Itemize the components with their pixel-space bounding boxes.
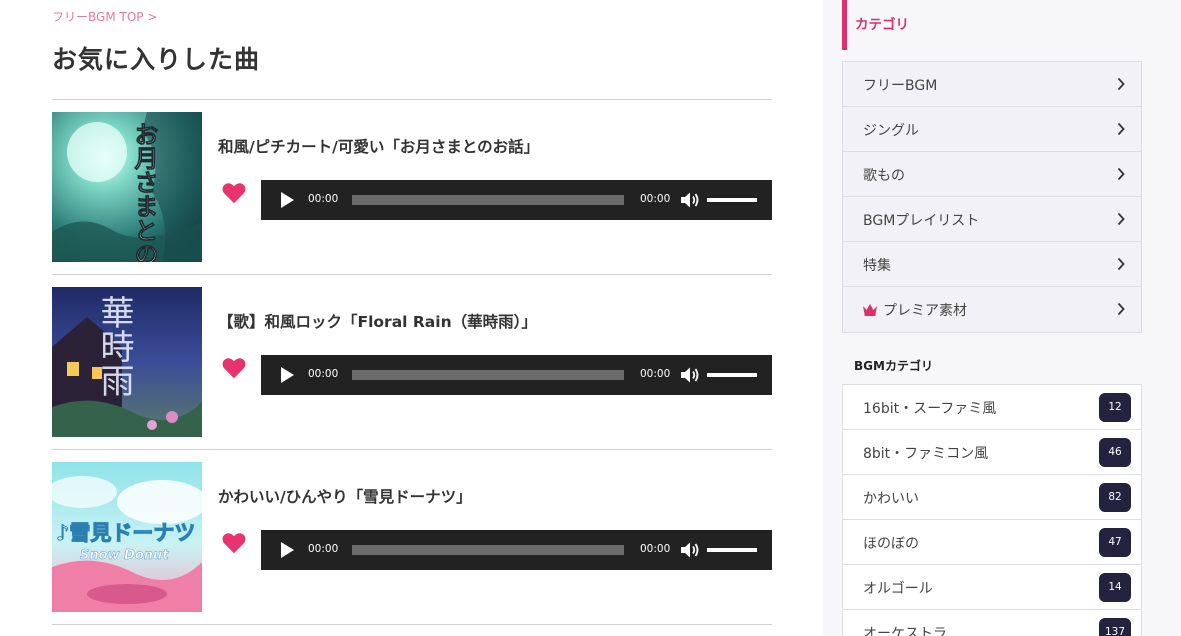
menu-item-jingle[interactable]: ジングル xyxy=(843,107,1141,152)
menu-item-vocal[interactable]: 歌もの xyxy=(843,152,1141,197)
menu-item-label: BGMプレイリスト xyxy=(863,213,980,229)
volume-icon[interactable] xyxy=(680,366,700,384)
duration: 00:00 xyxy=(640,193,671,205)
menu-item-label: プレミア素材 xyxy=(883,303,967,319)
category-label: 16bit・スーファミ風 xyxy=(863,401,997,417)
play-icon[interactable] xyxy=(279,541,295,559)
menu-item-playlist[interactable]: BGMプレイリスト xyxy=(843,197,1141,242)
sidebar: カテゴリ フリーBGM ジングル 歌もの BGMプレイリスト 特集 プレミア素材… xyxy=(823,0,1181,636)
main-content: フリーBGM TOP > お気に入りした曲 お月さまとのお話 和風/ピチカート/… xyxy=(0,0,823,636)
category-count-badge: 46 xyxy=(1099,438,1131,467)
volume-icon[interactable] xyxy=(680,191,700,209)
category-count-badge: 137 xyxy=(1098,618,1131,636)
category-item-honobono[interactable]: ほのぼの 47 xyxy=(843,520,1141,565)
track-item: 華時雨 【歌】和風ロック「Floral Rain（華時雨）」 00:00 00:… xyxy=(52,287,772,437)
crown-icon xyxy=(863,304,877,316)
track-title[interactable]: かわいい/ひんやり「雪見ドーナツ」 xyxy=(218,485,472,507)
thumbnail-caption: 華時雨 xyxy=(94,295,134,397)
category-item-8bit[interactable]: 8bit・ファミコン風 46 xyxy=(843,430,1141,475)
audio-player: 00:00 00:00 xyxy=(261,355,772,395)
duration: 00:00 xyxy=(640,543,671,555)
category-count-badge: 82 xyxy=(1099,483,1131,512)
thumbnail-subcaption: Snow Donut xyxy=(80,548,169,563)
category-label: オルゴール xyxy=(863,581,933,597)
snow-donut-artwork: ♪雪見ドーナツ Snow Donut xyxy=(52,462,202,612)
menu-item-premium[interactable]: プレミア素材 xyxy=(843,287,1141,332)
track-thumbnail[interactable]: ♪雪見ドーナツ Snow Donut xyxy=(52,462,202,612)
track-title[interactable]: 和風/ピチカート/可愛い「お月さまとのお話」 xyxy=(218,135,539,157)
moon-night-artwork: お月さまとのお話 xyxy=(52,112,202,262)
chevron-right-icon xyxy=(1117,122,1125,136)
bgm-category-list: 16bit・スーファミ風 12 8bit・ファミコン風 46 かわいい 82 ほ… xyxy=(842,384,1142,636)
category-item-music-box[interactable]: オルゴール 14 xyxy=(843,565,1141,610)
favorite-heart-icon[interactable] xyxy=(221,355,247,381)
track-item: お月さまとのお話 和風/ピチカート/可愛い「お月さまとのお話」 00:00 00… xyxy=(52,112,772,262)
category-header-label: カテゴリ xyxy=(855,17,909,33)
category-item-16bit[interactable]: 16bit・スーファミ風 12 xyxy=(843,385,1141,430)
chevron-right-icon xyxy=(1117,212,1125,226)
category-label: かわいい xyxy=(863,491,919,507)
menu-item-label: 歌もの xyxy=(863,168,905,184)
track-thumbnail[interactable]: お月さまとのお話 xyxy=(52,112,202,262)
breadcrumb[interactable]: フリーBGM TOP > xyxy=(52,8,157,25)
volume-slider[interactable] xyxy=(707,198,757,202)
divider xyxy=(52,449,772,450)
category-header: カテゴリ xyxy=(842,0,1142,50)
category-label: ほのぼの xyxy=(863,536,919,552)
bgm-category-title: BGMカテゴリ xyxy=(854,359,933,373)
category-label: オーケストラ xyxy=(863,626,947,636)
chevron-right-icon xyxy=(1117,257,1125,271)
rain-house-artwork: 華時雨 xyxy=(52,287,202,437)
favorite-heart-icon[interactable] xyxy=(221,180,247,206)
play-icon[interactable] xyxy=(279,191,295,209)
current-time: 00:00 xyxy=(308,543,339,555)
category-count-badge: 14 xyxy=(1099,573,1131,602)
divider xyxy=(52,274,772,275)
seek-bar[interactable] xyxy=(352,195,624,205)
divider xyxy=(52,99,772,100)
category-count-badge: 12 xyxy=(1099,393,1131,422)
menu-item-label: ジングル xyxy=(863,123,919,139)
menu-item-free-bgm[interactable]: フリーBGM xyxy=(843,62,1141,107)
category-item-kawaii[interactable]: かわいい 82 xyxy=(843,475,1141,520)
divider xyxy=(52,624,772,625)
volume-icon[interactable] xyxy=(680,541,700,559)
category-menu: フリーBGM ジングル 歌もの BGMプレイリスト 特集 プレミア素材 xyxy=(842,61,1142,333)
duration: 00:00 xyxy=(640,368,671,380)
thumbnail-caption: お月さまとのお話 xyxy=(130,122,159,262)
audio-player: 00:00 00:00 xyxy=(261,180,772,220)
track-thumbnail[interactable]: 華時雨 xyxy=(52,287,202,437)
page-title: お気に入りした曲 xyxy=(52,45,261,74)
volume-slider[interactable] xyxy=(707,373,757,377)
seek-bar[interactable] xyxy=(352,545,624,555)
current-time: 00:00 xyxy=(308,193,339,205)
menu-item-label: フリーBGM xyxy=(863,78,938,94)
category-count-badge: 47 xyxy=(1099,528,1131,557)
category-label: 8bit・ファミコン風 xyxy=(863,446,989,462)
chevron-right-icon xyxy=(1117,77,1125,91)
track-item: ♪雪見ドーナツ Snow Donut かわいい/ひんやり「雪見ドーナツ」 00:… xyxy=(52,462,772,612)
play-icon[interactable] xyxy=(279,366,295,384)
volume-slider[interactable] xyxy=(707,548,757,552)
category-item-orchestra[interactable]: オーケストラ 137 xyxy=(843,610,1141,636)
chevron-right-icon xyxy=(1117,302,1125,316)
audio-player: 00:00 00:00 xyxy=(261,530,772,570)
menu-item-label: 特集 xyxy=(863,258,891,274)
current-time: 00:00 xyxy=(308,368,339,380)
chevron-right-icon xyxy=(1117,167,1125,181)
favorite-heart-icon[interactable] xyxy=(221,530,247,556)
thumbnail-caption: ♪雪見ドーナツ xyxy=(56,521,195,545)
track-title[interactable]: 【歌】和風ロック「Floral Rain（華時雨）」 xyxy=(218,310,537,332)
menu-item-feature[interactable]: 特集 xyxy=(843,242,1141,287)
seek-bar[interactable] xyxy=(352,370,624,380)
